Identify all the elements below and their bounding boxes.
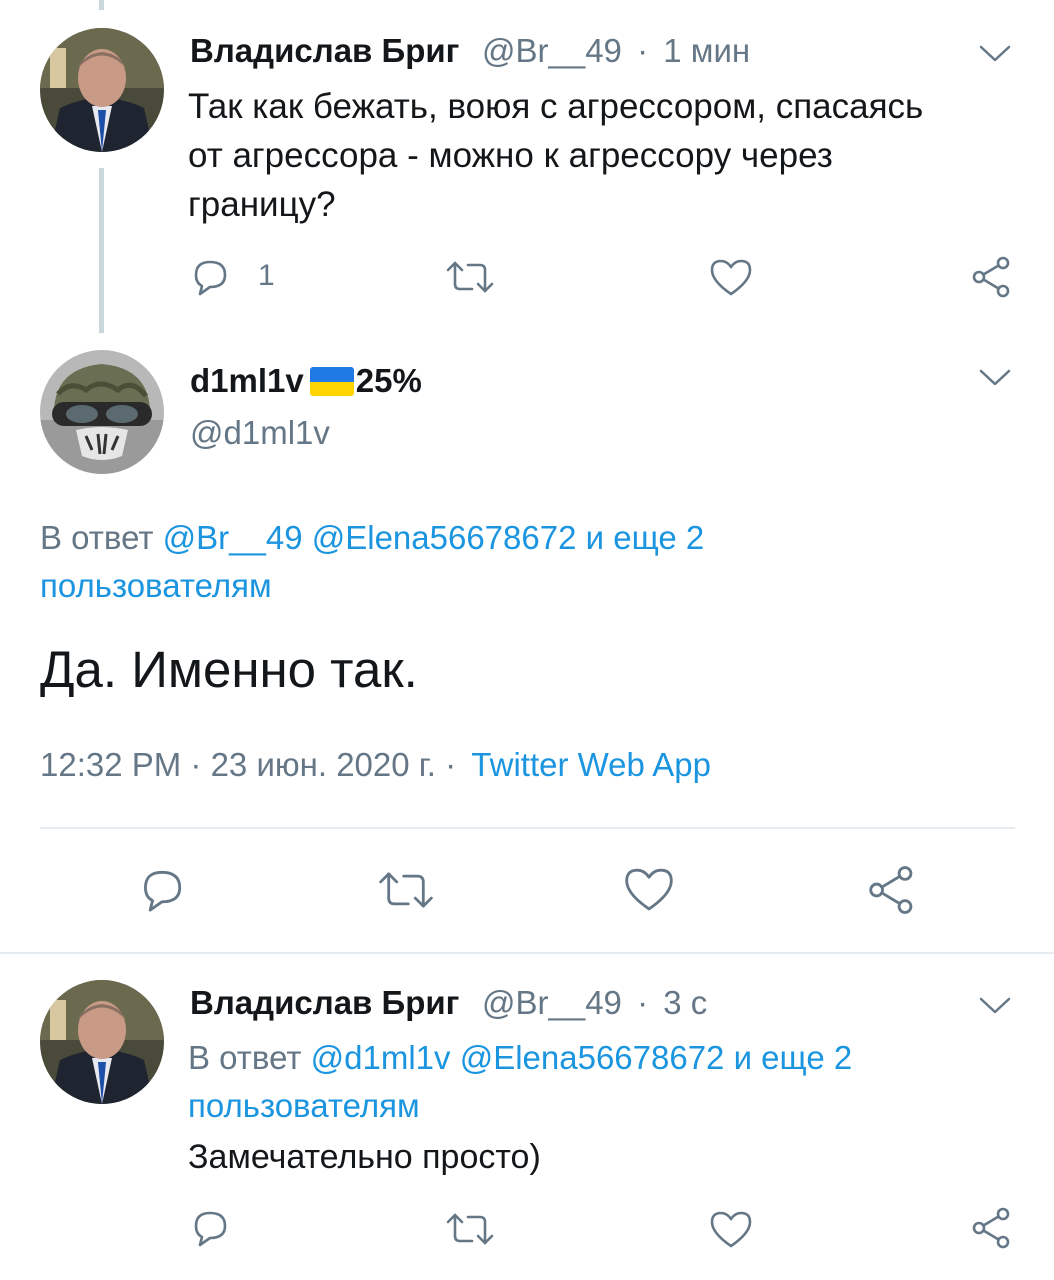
tweet-meta: 12:32 PM · 23 июн. 2020 г. · Twitter Web…: [40, 746, 711, 784]
retweet-icon[interactable]: [444, 260, 496, 294]
chevron-down-icon[interactable]: [978, 994, 1012, 1016]
author-handle[interactable]: @d1ml1v: [190, 414, 330, 452]
author-name[interactable]: Владислав Бриг: [190, 32, 459, 70]
reply-prefix: В ответ: [40, 519, 154, 556]
thread-line-top: [99, 0, 104, 10]
avatar[interactable]: [40, 350, 164, 474]
tweet-timestamp[interactable]: 12:32 PM · 23 июн. 2020 г. ·: [40, 746, 456, 783]
separator-dot: ·: [637, 984, 649, 1021]
author-name-row: d1ml1v 25%: [190, 362, 422, 400]
share-icon[interactable]: [970, 1206, 1014, 1250]
author-meta: @Br__49 · 1 мин: [482, 32, 750, 70]
author-handle[interactable]: @Br__49: [482, 984, 622, 1021]
chevron-down-icon[interactable]: [978, 366, 1012, 388]
reply-targets[interactable]: @d1ml1v @Elena56678672 и еще 2: [311, 1039, 853, 1076]
like-icon[interactable]: [708, 1208, 754, 1250]
tweet-text-line: границу?: [188, 185, 336, 224]
author-name[interactable]: Владислав Бриг: [190, 984, 459, 1022]
tweet-source[interactable]: Twitter Web App: [471, 746, 711, 783]
tweet-text: Замечательно просто): [188, 1138, 541, 1176]
tweet-text-line: от агрессора - можно к агрессору через: [188, 136, 833, 175]
reply-targets[interactable]: @Br__49 @Elena56678672 и еще 2: [163, 519, 705, 556]
like-icon[interactable]: [708, 256, 754, 298]
like-icon[interactable]: [622, 864, 676, 914]
separator-dot: ·: [637, 32, 649, 69]
retweet-icon[interactable]: [444, 1212, 496, 1246]
share-icon[interactable]: [970, 255, 1014, 299]
tweet-text-line: Так как бежать, воюя с агрессором, спаса…: [188, 87, 924, 126]
divider: [40, 827, 1015, 829]
tweet-text: Так как бежать, воюя с агрессором, спаса…: [188, 82, 1018, 229]
avatar[interactable]: [40, 28, 164, 152]
author-handle[interactable]: @Br__49: [482, 32, 622, 69]
author-meta: @Br__49 · 3 с: [482, 984, 707, 1022]
reply-icon[interactable]: [188, 1208, 232, 1248]
reply-icon[interactable]: [188, 257, 232, 297]
reply-context: В ответ @Br__49 @Elena56678672 и еще 2 п…: [40, 514, 1020, 610]
reply-targets-more[interactable]: пользователям: [188, 1082, 1028, 1130]
section-divider: [0, 952, 1054, 954]
thread-line: [99, 168, 104, 333]
reply-count: 1: [258, 259, 275, 292]
tweet-time[interactable]: 3 с: [663, 984, 707, 1021]
reply-icon[interactable]: [136, 866, 188, 914]
retweet-icon[interactable]: [376, 870, 436, 910]
tweet-text: Да. Именно так.: [40, 641, 418, 698]
reply-targets-more[interactable]: пользователям: [40, 562, 1020, 610]
reply-prefix: В ответ: [188, 1039, 302, 1076]
tweet-time[interactable]: 1 мин: [663, 32, 750, 69]
chevron-down-icon[interactable]: [978, 42, 1012, 64]
share-icon[interactable]: [866, 864, 918, 916]
reply-context: В ответ @d1ml1v @Elena56678672 и еще 2 п…: [188, 1034, 1028, 1130]
avatar[interactable]: [40, 980, 164, 1104]
author-name[interactable]: d1ml1v: [190, 362, 304, 399]
ukraine-flag-icon: [309, 367, 354, 396]
author-name-suffix: 25%: [355, 362, 422, 399]
